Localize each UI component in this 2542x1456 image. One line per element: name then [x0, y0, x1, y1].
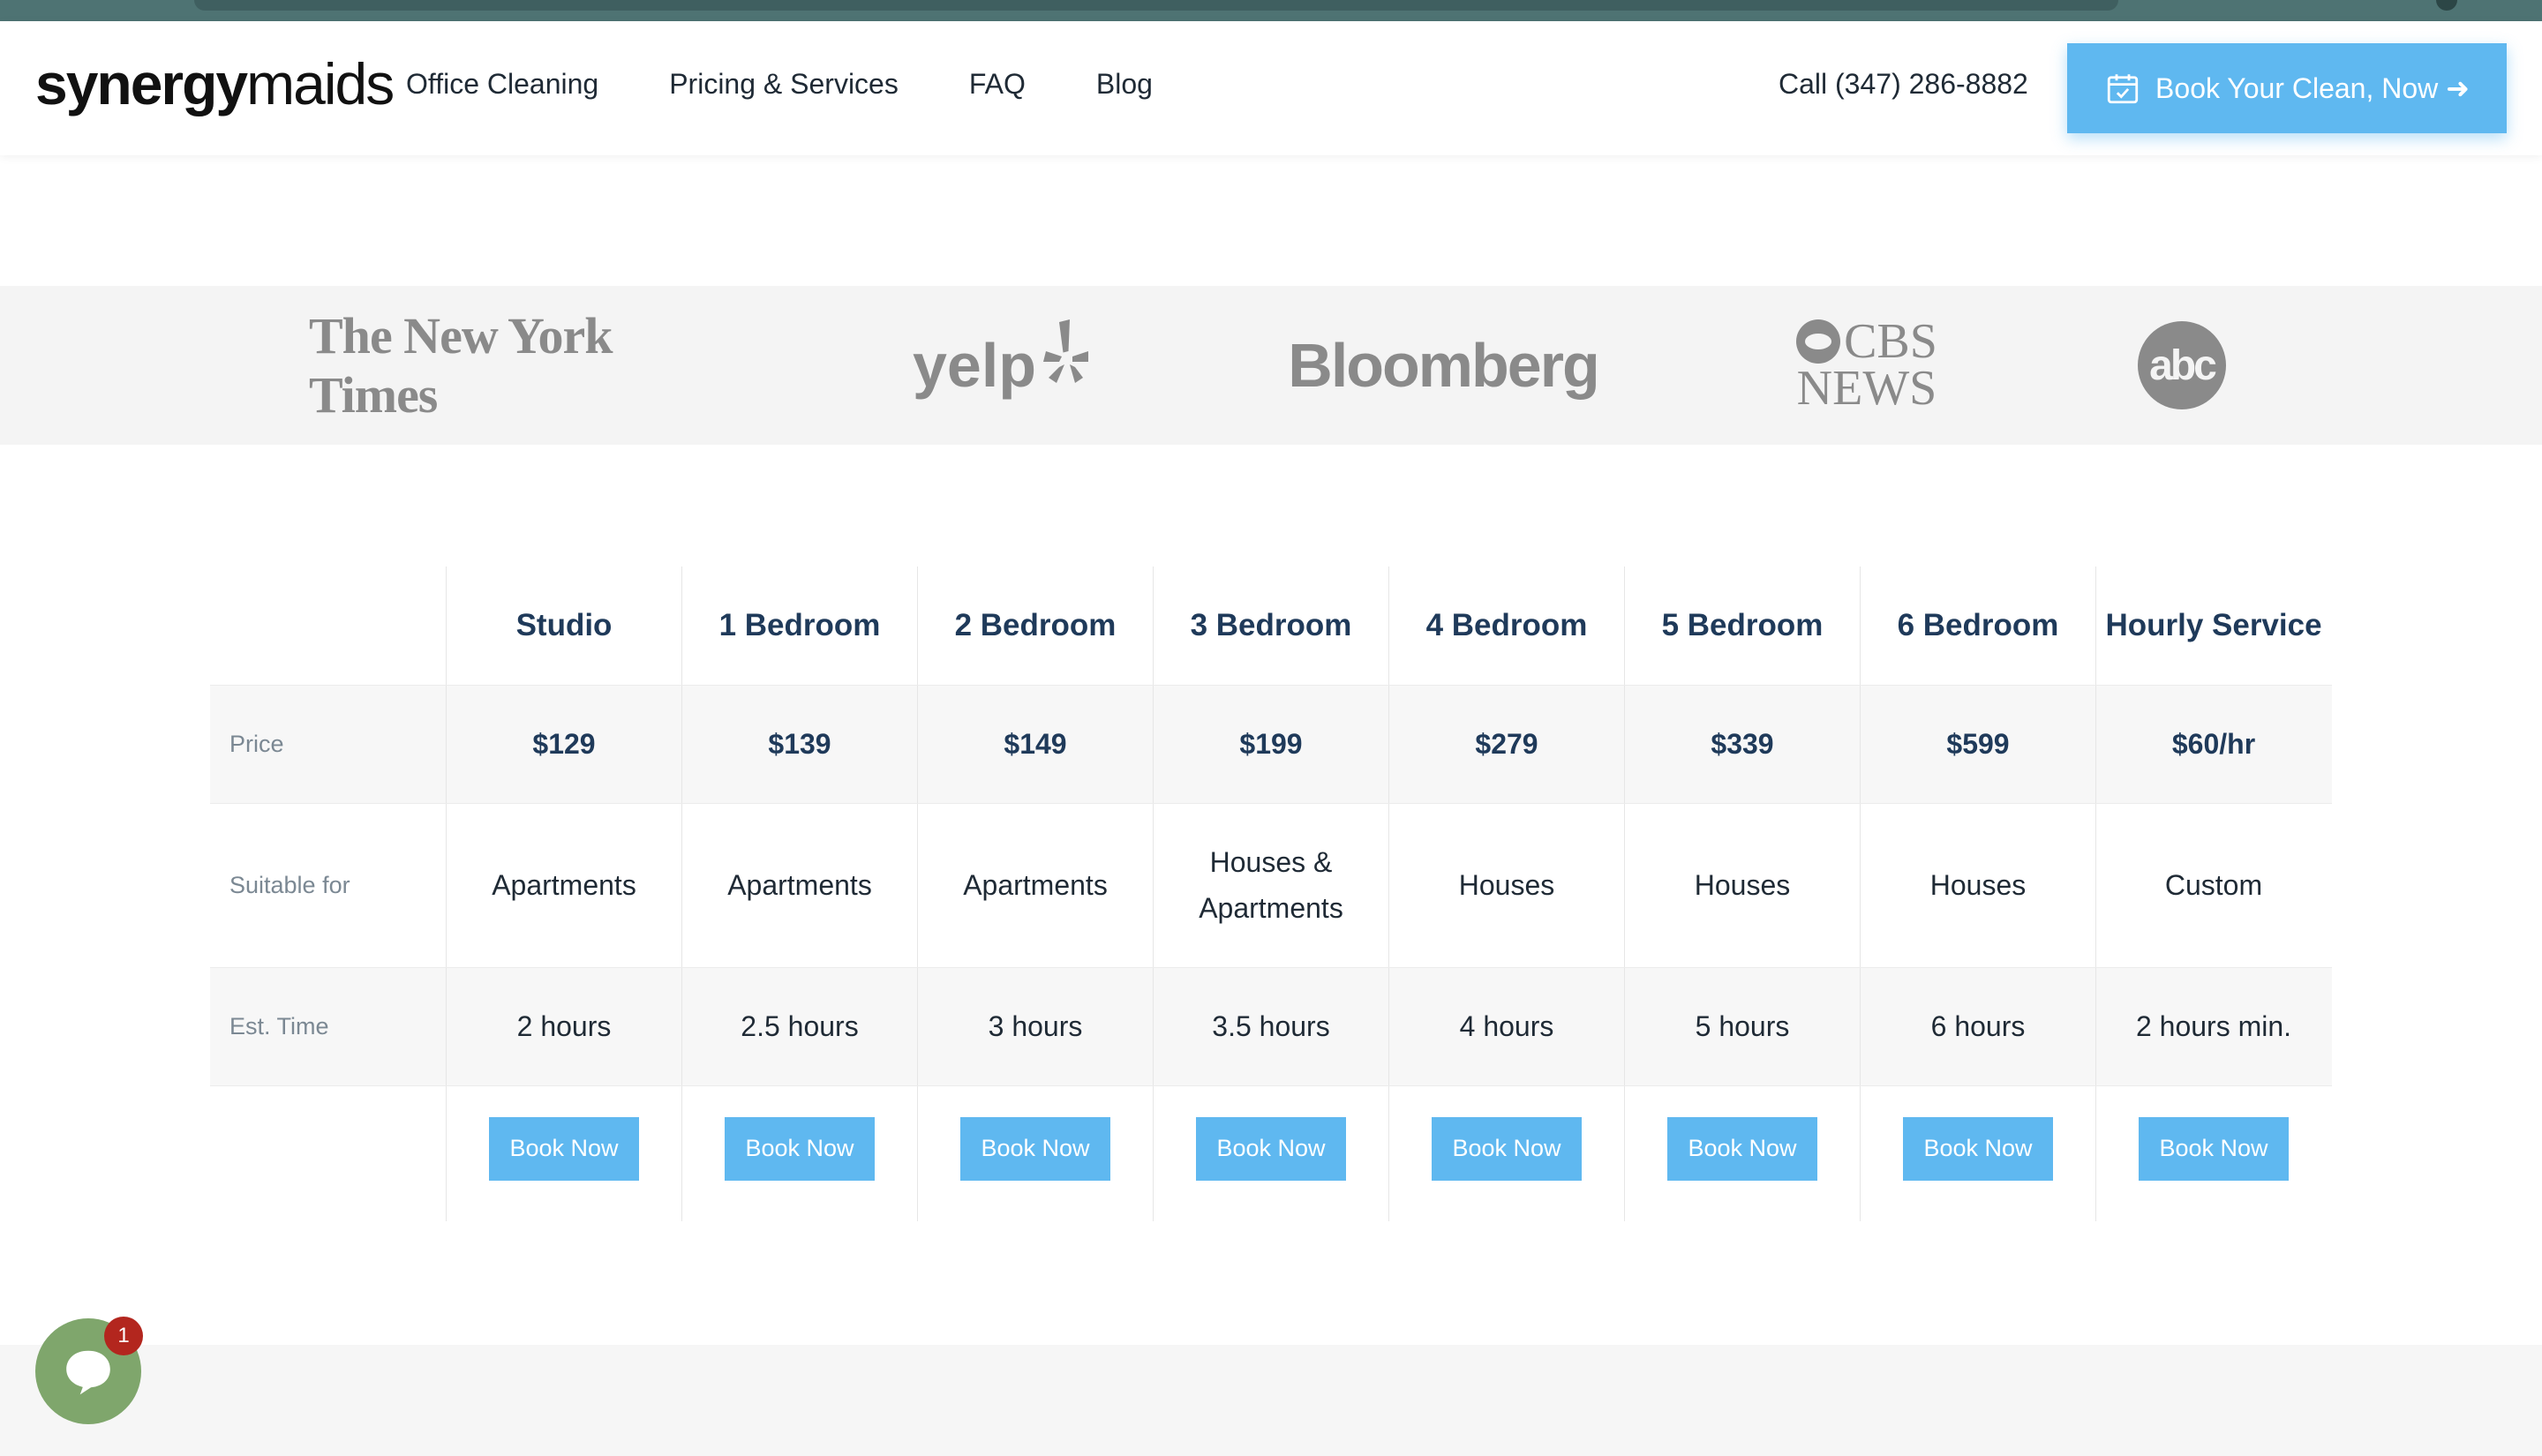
book-now-button-1-bedroom[interactable]: Book Now — [725, 1116, 875, 1181]
nav-office-cleaning[interactable]: Office Cleaning — [406, 67, 598, 101]
synergymaids-logo[interactable]: synergymaids — [35, 55, 395, 113]
cbs-news-logo: CBS NEWS — [1787, 286, 1946, 445]
book-now-button-2-bedroom[interactable]: Book Now — [960, 1116, 1110, 1181]
est-time-row: Est. Time 2 hours 2.5 hours 3 hours 3.5 … — [210, 967, 2332, 1085]
column-header: 1 Bedroom — [681, 567, 917, 685]
column-header: 6 Bedroom — [1860, 567, 2095, 685]
price-cell: $129 — [446, 686, 681, 803]
time-cell: 3 hours — [917, 968, 1153, 1085]
press-logos-bar: The New York Times yelp Bloomberg CBS NE… — [0, 286, 2542, 445]
cta-label: Book Your Clean, Now ➜ — [2155, 72, 2470, 104]
book-cell: Book Now — [1388, 1086, 1624, 1221]
browser-control-dot — [2436, 0, 2457, 11]
abc-logo-circle: abc — [2138, 321, 2226, 409]
suitable-cell: Houses — [1388, 804, 1624, 967]
book-row: Book Now Book Now Book Now Book Now Book… — [210, 1085, 2332, 1221]
price-cell: $339 — [1624, 686, 1860, 803]
browser-top-strip — [0, 0, 2542, 21]
book-cell: Book Now — [681, 1086, 917, 1221]
suitable-cell: Custom — [2095, 804, 2331, 967]
book-cell: Book Now — [2095, 1086, 2331, 1221]
book-now-button-hourly[interactable]: Book Now — [2139, 1116, 2289, 1181]
header-corner-cell — [210, 567, 446, 685]
book-row-label — [210, 1086, 446, 1221]
time-cell: 2 hours — [446, 968, 681, 1085]
suitable-cell: Apartments — [681, 804, 917, 967]
yelp-logo: yelp — [909, 286, 1094, 445]
column-header: 5 Bedroom — [1624, 567, 1860, 685]
book-now-button-4-bedroom[interactable]: Book Now — [1432, 1116, 1582, 1181]
logo-bold-text: synergy — [35, 51, 248, 116]
chat-bubble-icon — [66, 1350, 110, 1395]
abc-logo: abc — [2138, 286, 2226, 445]
address-bar — [194, 0, 2118, 11]
price-cell: $139 — [681, 686, 917, 803]
phone-link[interactable]: Call (347) 286-8882 — [1779, 67, 2028, 101]
chat-notification-badge: 1 — [104, 1317, 143, 1355]
nav-blog[interactable]: Blog — [1096, 67, 1153, 101]
price-cell: $599 — [1860, 686, 2095, 803]
price-row-label: Price — [229, 730, 284, 757]
pricing-table: Studio 1 Bedroom 2 Bedroom 3 Bedroom 4 B… — [210, 567, 2332, 1221]
column-header: 2 Bedroom — [917, 567, 1153, 685]
yelp-burst-icon — [1043, 319, 1089, 383]
cbs-eye-icon — [1796, 319, 1841, 364]
suitable-row: Suitable for Apartments Apartments Apart… — [210, 803, 2332, 967]
cbs-logo-top: CBS — [1796, 313, 1937, 369]
logo-light-text: maids — [246, 51, 395, 116]
nyt-logo: The New York Times — [309, 307, 613, 424]
book-now-button-3-bedroom[interactable]: Book Now — [1196, 1116, 1346, 1181]
calendar-icon — [2107, 74, 2139, 104]
price-cell: $199 — [1153, 686, 1388, 803]
book-cell: Book Now — [1624, 1086, 1860, 1221]
book-now-button-studio[interactable]: Book Now — [489, 1116, 639, 1181]
book-cell: Book Now — [917, 1086, 1153, 1221]
time-cell: 3.5 hours — [1153, 968, 1388, 1085]
book-cell: Book Now — [446, 1086, 681, 1221]
suitable-row-label: Suitable for — [229, 871, 350, 898]
nav-pricing-services[interactable]: Pricing & Services — [669, 67, 899, 101]
pricing-header-row: Studio 1 Bedroom 2 Bedroom 3 Bedroom 4 B… — [210, 567, 2332, 685]
nav-faq[interactable]: FAQ — [969, 67, 1026, 101]
cbs-logo-text: CBS — [1844, 313, 1937, 369]
suitable-cell: Houses — [1860, 804, 2095, 967]
news-logo-text: NEWS — [1796, 361, 1937, 416]
book-cell: Book Now — [1153, 1086, 1388, 1221]
time-cell: 2 hours min. — [2095, 968, 2331, 1085]
suitable-cell: Apartments — [446, 804, 681, 967]
book-your-clean-button[interactable]: Book Your Clean, Now ➜ — [2067, 43, 2507, 133]
book-cell: Book Now — [1860, 1086, 2095, 1221]
yelp-logo-text: yelp — [912, 331, 1037, 400]
price-cell: $149 — [917, 686, 1153, 803]
suitable-cell: Apartments — [917, 804, 1153, 967]
column-header: Studio — [446, 567, 681, 685]
suitable-cell: Houses — [1624, 804, 1860, 967]
site-header: synergymaids Office Cleaning Pricing & S… — [0, 21, 2542, 155]
time-cell: 2.5 hours — [681, 968, 917, 1085]
bloomberg-logo: Bloomberg — [1288, 331, 1599, 400]
suitable-cell: Houses & Apartments — [1153, 804, 1388, 967]
time-cell: 5 hours — [1624, 968, 1860, 1085]
price-cell: $60/hr — [2095, 686, 2331, 803]
column-header: 3 Bedroom — [1153, 567, 1388, 685]
next-section-band — [0, 1345, 2542, 1456]
price-row: Price $129 $139 $149 $199 $279 $339 $599… — [210, 685, 2332, 803]
book-now-button-6-bedroom[interactable]: Book Now — [1903, 1116, 2053, 1181]
time-cell: 6 hours — [1860, 968, 2095, 1085]
time-cell: 4 hours — [1388, 968, 1624, 1085]
column-header: Hourly Service — [2095, 567, 2331, 685]
time-row-label: Est. Time — [229, 1012, 329, 1039]
main-nav: Office Cleaning Pricing & Services FAQ B… — [406, 67, 1223, 101]
price-cell: $279 — [1388, 686, 1624, 803]
book-now-button-5-bedroom[interactable]: Book Now — [1667, 1116, 1817, 1181]
column-header: 4 Bedroom — [1388, 567, 1624, 685]
